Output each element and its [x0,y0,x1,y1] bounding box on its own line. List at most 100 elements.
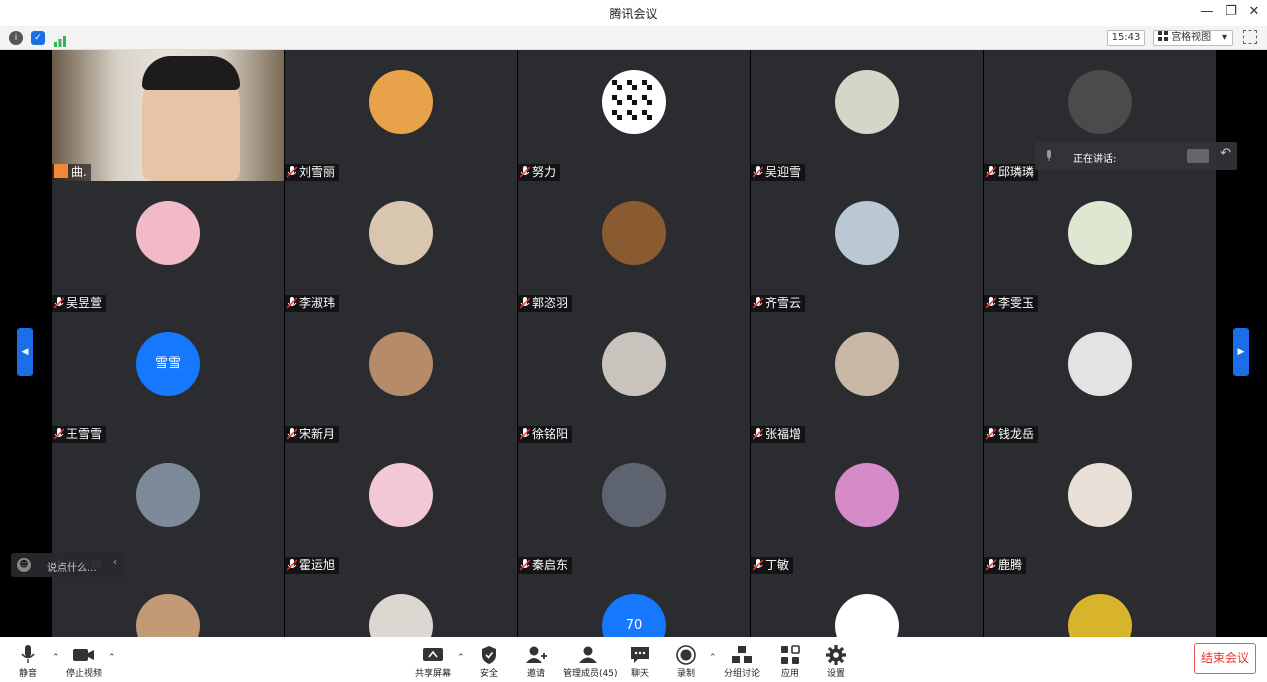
participant-name-text: 张福增 [765,427,802,441]
participant-name-text: 努力 [532,165,557,179]
restore-button[interactable]: ❐ [1220,4,1242,19]
signal-icon[interactable] [53,32,67,51]
grid-icon [1158,31,1168,41]
participant-tile[interactable]: 吴迎雪 [751,50,983,181]
title-bar: 腾讯会议 — ❐ ✕ [0,0,1267,26]
participant-name-text: 鹿腾 [998,558,1023,572]
mic-icon [1045,150,1053,165]
avatar [136,594,200,637]
participant-tile[interactable]: 雪雪 王雪雪 [52,312,284,443]
record-button[interactable]: 录制 [661,637,711,682]
stop-video-button[interactable]: 停止视频 [59,637,109,682]
camera-icon [73,649,94,661]
security-button[interactable]: 安全 [464,637,514,682]
apps-label: 应用 [780,669,799,679]
apps-icon [781,645,800,664]
avatar [1068,201,1132,265]
view-mode-select[interactable]: 宫格视图 ▾ [1153,30,1233,46]
meeting-time: 15:43 [1107,30,1145,46]
prev-page-button[interactable]: ◀ [17,328,33,376]
avatar [136,201,200,265]
participant-name: 刘雪丽 [285,164,340,181]
participant-tile[interactable]: 努力 [518,50,750,181]
participant-tile[interactable]: 70 [518,574,750,637]
participant-tile[interactable] [52,574,284,637]
breakout-rooms-button[interactable]: 分组讨论 [717,637,767,682]
avatar [369,332,433,396]
participant-tile[interactable]: 李淑玮 [285,181,517,312]
participant-tile[interactable]: 鹿腾 [984,443,1216,574]
participant-tile[interactable]: 曲. [52,50,284,181]
end-meeting-button[interactable]: 结束会议 [1194,643,1256,674]
manage-members-label: 管理成员(45) [563,669,618,679]
participant-tile[interactable]: 张福增 [751,312,983,443]
fullscreen-icon[interactable] [1243,30,1257,44]
video-feed [52,50,284,181]
invite-button[interactable]: 邀请 [511,637,561,682]
add-user-icon [526,646,547,663]
participant-name: 钱龙岳 [984,426,1039,443]
participant-name: 吴昱萱 [52,295,107,312]
breakout-icon [732,646,752,663]
participant-tile[interactable]: 霍运旭 [285,443,517,574]
mute-button[interactable]: 静音 [3,637,53,682]
next-page-button[interactable]: ▶ [1233,328,1249,376]
chevron-left-icon[interactable]: ‹ [113,557,117,568]
share-screen-icon [423,648,443,661]
apps-button[interactable]: 应用 [765,637,815,682]
participant-tile[interactable]: 郭恣羽 [518,181,750,312]
participant-tile[interactable]: 齐雪云 [751,181,983,312]
chat-placeholder: 说点什么... [47,563,97,574]
shield-icon[interactable]: ✓ [31,31,45,45]
avatar [835,594,899,637]
participant-tile[interactable]: 徐铭阳 [518,312,750,443]
breakout-rooms-label: 分组讨论 [723,669,760,679]
participant-name: 张福增 [751,426,806,443]
speaking-indicator: 正在讲话: ↶ [1035,142,1237,170]
participant-name: 曲. [52,164,91,181]
participant-name: 李淑玮 [285,295,340,312]
share-screen-button[interactable]: 共享屏幕 [408,637,458,682]
settings-button[interactable]: 设置 [811,637,861,682]
participant-tile[interactable] [751,574,983,637]
members-icon [579,646,597,663]
participant-name-text: 李雯玉 [998,296,1035,310]
chat-label: 聊天 [630,669,649,679]
participant-tile[interactable]: 秦启东 [518,443,750,574]
record-options-caret[interactable]: ⌃ [709,653,717,663]
participant-tile[interactable] [285,574,517,637]
participant-tile[interactable]: 刘雪丽 [285,50,517,181]
participant-name-text: 宋新月 [299,427,336,441]
participant-name-text: 秦启东 [532,558,569,572]
collapse-icon[interactable]: ↶ [1220,146,1231,161]
chat-quick-input[interactable]: ☻ 说点什么... ‹ [11,553,125,577]
participant-name: 齐雪云 [751,295,806,312]
participant-name: 秦启东 [518,557,573,574]
avatar [835,332,899,396]
participant-tile[interactable]: 钱龙岳 [984,312,1216,443]
participant-name: 郭恣羽 [518,295,573,312]
participant-name: 李雯玉 [984,295,1039,312]
participant-name-text: 徐铭阳 [532,427,569,441]
video-options-caret[interactable]: ⌃ [108,653,116,663]
avatar [1068,463,1132,527]
avatar: 70 [602,594,666,637]
participant-tile[interactable] [984,574,1216,637]
close-button[interactable]: ✕ [1243,4,1265,19]
emoji-icon[interactable]: ☻ [17,558,31,572]
participant-tile[interactable]: 宋新月 [285,312,517,443]
participant-name-text: 霍运旭 [299,558,336,572]
chat-icon [631,647,649,663]
chat-button[interactable]: 聊天 [615,637,665,682]
participant-tile[interactable]: 吴昱萱 [52,181,284,312]
video-stage: 曲. 刘雪丽 努力 吴迎雪 邱璘璘 吴昱萱 李淑玮 郭恣羽 齐雪云 李雯玉 雪雪 王雪雪 宋新月 徐铭阳张… [0,50,1267,637]
minimize-button[interactable]: — [1196,4,1218,19]
participant-tile[interactable]: 李雯玉 [984,181,1216,312]
shield-icon [482,646,496,664]
manage-members-button[interactable]: 管理成员(45) [563,637,618,682]
avatar [369,201,433,265]
info-icon[interactable]: i [9,31,23,45]
participant-name-text: 丁敏 [765,558,790,572]
participant-tile[interactable]: 丁敏 [751,443,983,574]
avatar [835,201,899,265]
